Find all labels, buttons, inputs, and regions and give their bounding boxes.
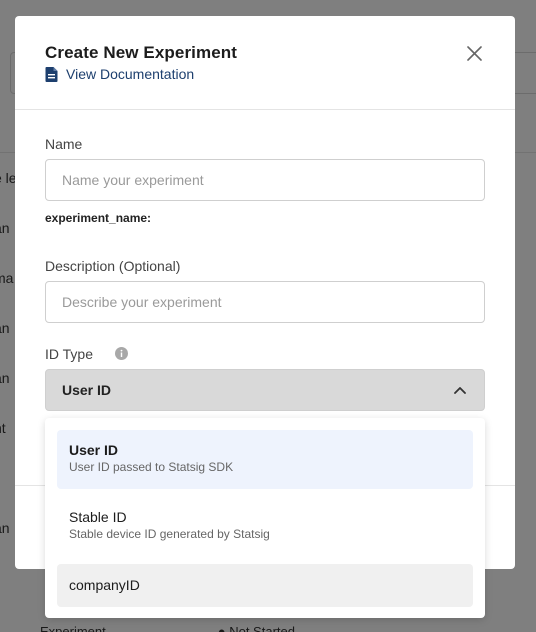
view-documentation-link[interactable]: View Documentation <box>45 66 194 82</box>
option-label: Stable ID <box>69 509 127 525</box>
option-description: Stable device ID generated by Statsig <box>69 527 270 541</box>
modal-header: Create New Experiment View Documentation <box>15 16 515 110</box>
view-documentation-label: View Documentation <box>66 66 195 82</box>
option-stable-id[interactable]: Stable ID Stable device ID generated by … <box>57 497 473 556</box>
option-company-id[interactable]: companyID <box>57 564 473 607</box>
name-input[interactable] <box>45 159 485 201</box>
description-input[interactable] <box>45 281 485 323</box>
name-label: Name <box>45 136 83 152</box>
id-type-select[interactable]: User ID <box>45 369 485 411</box>
option-label: User ID <box>69 442 119 458</box>
close-icon <box>466 45 482 61</box>
id-type-dropdown-menu: User ID User ID passed to Statsig SDK St… <box>45 418 485 618</box>
document-icon <box>45 66 58 82</box>
chevron-up-icon <box>454 387 466 394</box>
info-icon[interactable] <box>115 347 128 360</box>
id-type-label: ID Type <box>45 346 93 362</box>
option-label: companyID <box>69 577 140 593</box>
close-button[interactable] <box>465 44 483 62</box>
description-label: Description (Optional) <box>45 258 181 274</box>
option-description: User ID passed to Statsig SDK <box>69 460 234 474</box>
modal-title: Create New Experiment <box>45 43 238 62</box>
option-user-id[interactable]: User ID User ID passed to Statsig SDK <box>57 430 473 489</box>
experiment-variable-name: experiment_name: <box>45 211 152 225</box>
id-type-selected-value: User ID <box>62 382 112 398</box>
